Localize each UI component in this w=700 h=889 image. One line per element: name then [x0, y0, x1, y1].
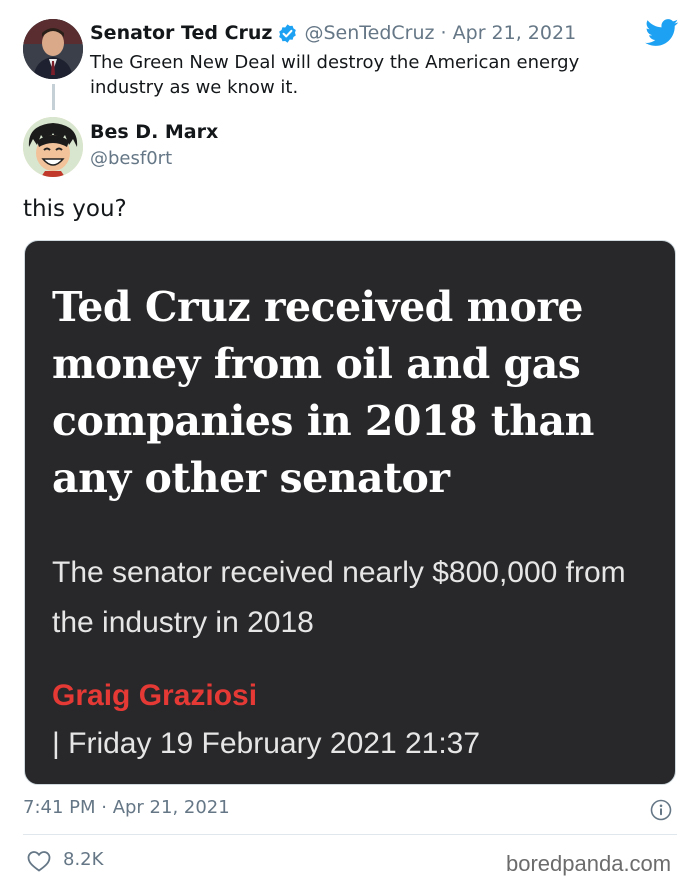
quoted-tweet-text: The Green New Deal will destroy the Amer…	[90, 52, 580, 98]
avatar-ted-cruz[interactable]	[23, 19, 83, 79]
reply-author-handle[interactable]: @besf0rt	[90, 148, 172, 169]
thread-connector-line	[52, 84, 55, 110]
reply-tweet-text: this you?	[23, 196, 127, 222]
like-count[interactable]: 8.2K	[63, 849, 103, 870]
heart-icon[interactable]	[27, 850, 51, 872]
meta-separator: ·	[440, 22, 447, 44]
quoted-tweet-date[interactable]: Apr 21, 2021	[453, 22, 577, 44]
footer-divider	[23, 834, 677, 835]
article-subheadline: The senator received nearly $800,000 fro…	[52, 556, 626, 639]
info-icon[interactable]	[650, 799, 672, 821]
article-dateline: | Friday 19 February 2021 21:37	[52, 727, 481, 760]
verified-badge-icon	[277, 23, 298, 44]
tweet-timestamp[interactable]: 7:41 PM · Apr 21, 2021	[23, 797, 230, 818]
article-author: Graig Graziosi	[52, 679, 258, 712]
quoted-tweet-header: Senator Ted Cruz @SenTedCruz · Apr 21, 2…	[90, 22, 576, 44]
twitter-bird-icon[interactable]	[645, 19, 679, 47]
reply-author-name[interactable]: Bes D. Marx	[90, 121, 218, 143]
quoted-author-name[interactable]: Senator Ted Cruz	[90, 22, 272, 44]
article-image-card[interactable]: Ted Cruz received more money from oil an…	[24, 240, 676, 785]
avatar-bes-d-marx[interactable]	[23, 117, 83, 177]
quoted-author-handle[interactable]: @SenTedCruz	[304, 22, 434, 44]
article-headline: Ted Cruz received more money from oil an…	[52, 283, 594, 502]
watermark: boredpanda.com	[506, 851, 672, 876]
